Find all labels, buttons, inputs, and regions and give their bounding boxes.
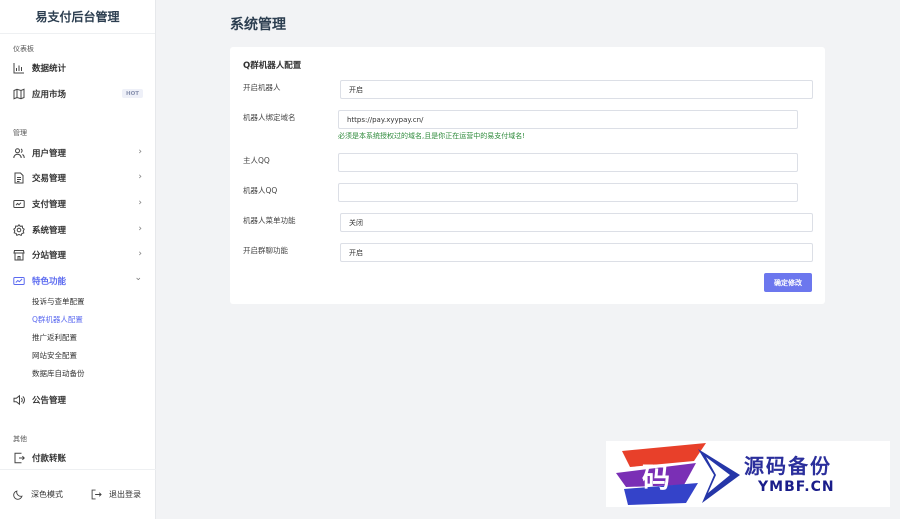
field-label-enable-bot: 开启机器人 bbox=[243, 83, 281, 92]
bot-qq-input[interactable] bbox=[338, 183, 798, 202]
logout-button[interactable]: 退出登录 bbox=[91, 489, 141, 500]
sidebar-item-label: 分站管理 bbox=[32, 251, 67, 261]
map-icon bbox=[13, 88, 25, 100]
sidebar-item-features[interactable]: 特色功能 ⌄ bbox=[0, 270, 156, 292]
sidebar-item-label: 交易管理 bbox=[32, 174, 67, 184]
sidebar-item-substations[interactable]: 分站管理 › bbox=[0, 244, 156, 266]
field-label-bot-domain: 机器人绑定域名 bbox=[243, 113, 296, 122]
sidebar-item-system[interactable]: 系统管理 › bbox=[0, 219, 156, 241]
chevron-right-icon: › bbox=[138, 198, 142, 208]
sidebar: 易支付后台管理 仪表板 数据统计 应用市场 HOT 管理 用户管理 › 交易管理… bbox=[0, 0, 156, 519]
credit-card-icon bbox=[13, 198, 25, 210]
sidebar-item-transfer[interactable]: 付款转账 bbox=[0, 447, 156, 469]
chevron-down-icon: ⌄ bbox=[134, 273, 142, 283]
field-label-owner-qq: 主人QQ bbox=[243, 156, 270, 165]
sidebar-item-label: 特色功能 bbox=[32, 277, 67, 287]
sidebar-item-label: 公告管理 bbox=[32, 396, 67, 406]
watermark-logo: 码 源码备份 YMBF.CN bbox=[606, 441, 890, 507]
watermark-text-cn: 源码备份 bbox=[744, 454, 832, 478]
watermark-text-en: YMBF.CN bbox=[758, 479, 835, 495]
dark-mode-label: 深色模式 bbox=[31, 490, 63, 499]
chevron-right-icon: › bbox=[138, 224, 142, 234]
subitem-rebate-config[interactable]: 推广返利配置 bbox=[32, 331, 77, 345]
users-icon bbox=[13, 147, 25, 159]
trend-icon bbox=[13, 275, 25, 287]
section-label-other: 其他 bbox=[13, 435, 27, 443]
sidebar-item-transactions[interactable]: 交易管理 › bbox=[0, 167, 156, 189]
sidebar-item-users[interactable]: 用户管理 › bbox=[0, 142, 156, 164]
owner-qq-input[interactable] bbox=[338, 153, 798, 172]
field-label-bot-qq: 机器人QQ bbox=[243, 186, 278, 195]
app-title: 易支付后台管理 bbox=[0, 0, 155, 34]
subitem-db-backup[interactable]: 数据库自动备份 bbox=[32, 367, 85, 381]
sidebar-item-statistics[interactable]: 数据统计 bbox=[0, 57, 156, 79]
section-label-dashboard: 仪表板 bbox=[13, 45, 34, 53]
enable-bot-select[interactable]: 开启 bbox=[340, 80, 813, 99]
sidebar-item-label: 支付管理 bbox=[32, 200, 67, 210]
sidebar-item-label: 用户管理 bbox=[32, 149, 67, 159]
transfer-icon bbox=[13, 452, 25, 464]
document-icon bbox=[13, 172, 25, 184]
bar-chart-icon bbox=[13, 62, 25, 74]
watermark-glyph: 码 bbox=[642, 461, 670, 494]
bot-domain-input[interactable]: https://pay.xyypay.cn/ bbox=[338, 110, 798, 129]
submit-button[interactable]: 确定修改 bbox=[764, 273, 812, 292]
chevron-right-icon: › bbox=[138, 147, 142, 157]
storefront-icon bbox=[13, 249, 25, 261]
section-label-manage: 管理 bbox=[13, 129, 27, 137]
sidebar-item-app-market[interactable]: 应用市场 HOT bbox=[0, 83, 156, 105]
gear-icon bbox=[13, 224, 25, 236]
watermark-emblem: 码 bbox=[616, 443, 740, 505]
field-label-bot-menu: 机器人菜单功能 bbox=[243, 216, 296, 225]
sidebar-footer: 深色模式 退出登录 bbox=[0, 469, 156, 519]
sidebar-item-label: 付款转账 bbox=[32, 454, 67, 464]
bot-menu-select[interactable]: 关闭 bbox=[340, 213, 813, 232]
dark-mode-button[interactable]: 深色模式 bbox=[13, 489, 63, 500]
domain-hint: 必须是本系统授权过的域名,且是你正在运营中的易支付域名! bbox=[338, 132, 526, 140]
subitem-qq-bot-config[interactable]: Q群机器人配置 bbox=[32, 313, 83, 327]
sidebar-item-label: 系统管理 bbox=[32, 226, 67, 236]
card-title: Q群机器人配置 bbox=[243, 61, 302, 71]
chevron-right-icon: › bbox=[138, 249, 142, 259]
field-label-group-chat: 开启群聊功能 bbox=[243, 246, 288, 255]
sidebar-item-announcements[interactable]: 公告管理 bbox=[0, 389, 156, 411]
speaker-icon bbox=[13, 394, 25, 406]
hot-badge: HOT bbox=[121, 89, 143, 98]
group-chat-select[interactable]: 开启 bbox=[340, 243, 813, 262]
sidebar-item-label: 应用市场 bbox=[32, 90, 67, 100]
moon-icon bbox=[13, 490, 23, 500]
subitem-complaint-config[interactable]: 投诉与查单配置 bbox=[32, 295, 85, 309]
logout-icon bbox=[91, 489, 102, 500]
page-title: 系统管理 bbox=[230, 17, 286, 33]
chevron-right-icon: › bbox=[138, 172, 142, 182]
config-card: Q群机器人配置 开启机器人 开启 机器人绑定域名 https://pay.xyy… bbox=[230, 47, 825, 304]
logout-label: 退出登录 bbox=[109, 490, 141, 499]
sidebar-item-label: 数据统计 bbox=[32, 64, 67, 74]
sidebar-item-payments[interactable]: 支付管理 › bbox=[0, 193, 156, 215]
subitem-security-config[interactable]: 网站安全配置 bbox=[32, 349, 77, 363]
